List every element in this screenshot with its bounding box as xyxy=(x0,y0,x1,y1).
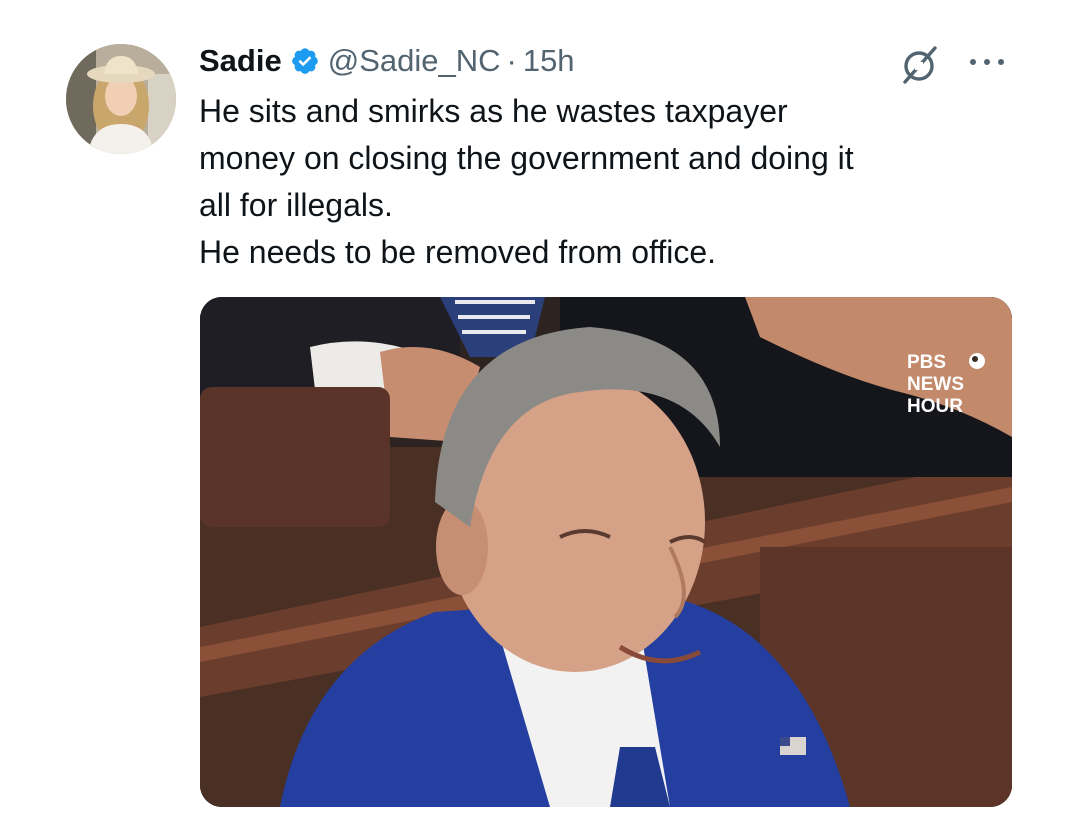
timestamp[interactable]: 15h xyxy=(523,43,575,79)
tweet-text-line: money on closing the government and doin… xyxy=(199,140,854,176)
avatar-photo xyxy=(66,44,176,154)
grok-icon[interactable] xyxy=(896,42,942,88)
tweet[interactable]: Sadie @Sadie_NC · 15h He sits and smirks… xyxy=(0,0,1080,837)
tweet-header: Sadie @Sadie_NC · 15h xyxy=(199,38,575,84)
verified-badge-icon[interactable] xyxy=(290,46,320,76)
tweet-text: He sits and smirks as he wastes taxpayer… xyxy=(199,88,1029,276)
tweet-text-line: He needs to be removed from office. xyxy=(199,234,717,270)
separator-dot: · xyxy=(506,43,517,78)
tweet-media-image[interactable] xyxy=(200,297,1012,807)
more-options-icon[interactable] xyxy=(966,52,1008,72)
pbs-newshour-watermark: PBS NEWS HOUR xyxy=(907,352,985,417)
watermark-line: NEWS xyxy=(907,374,964,395)
user-handle[interactable]: @Sadie_NC xyxy=(328,43,501,79)
watermark-line: PBS xyxy=(907,352,946,373)
watermark-line: HOUR xyxy=(907,396,963,417)
media-photo xyxy=(200,297,1012,807)
tweet-text-line: all for illegals. xyxy=(199,187,393,223)
tweet-text-line: He sits and smirks as he wastes taxpayer xyxy=(199,93,788,129)
avatar[interactable] xyxy=(66,44,176,154)
display-name[interactable]: Sadie xyxy=(199,43,282,79)
